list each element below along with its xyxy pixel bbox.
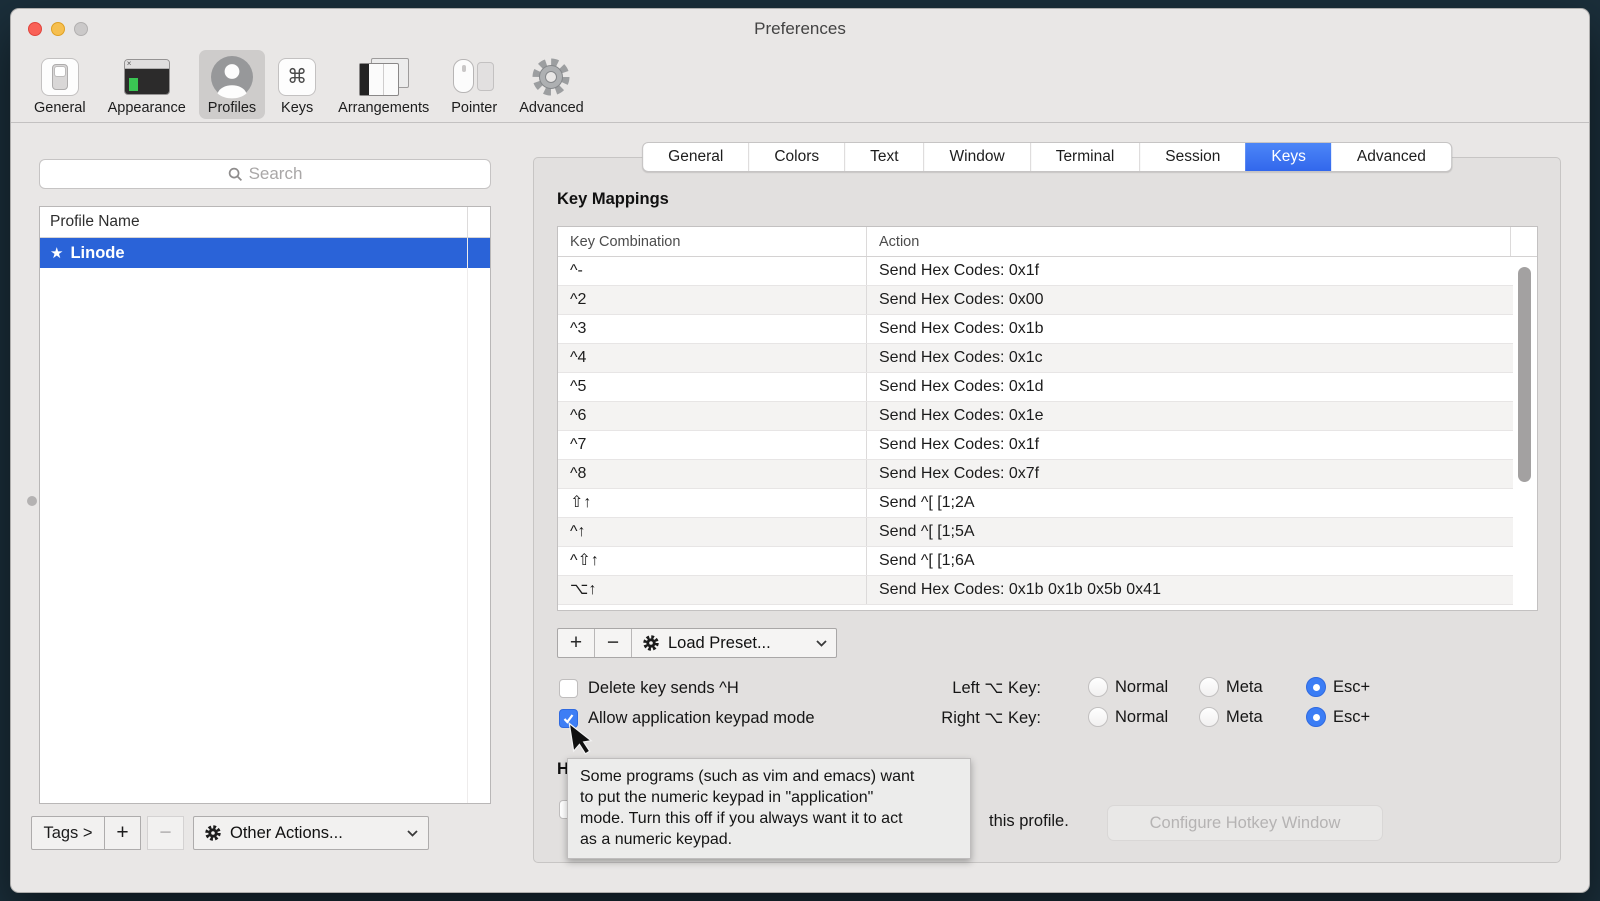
table-row[interactable]: ^2Send Hex Codes: 0x00	[558, 286, 1513, 315]
radio-icon[interactable]	[1088, 707, 1108, 727]
table-row[interactable]: ⇧↑Send ^[ [1;2A	[558, 489, 1513, 518]
other-actions-popup[interactable]: Other Actions...	[193, 816, 429, 850]
tab-terminal[interactable]: Terminal	[1030, 143, 1140, 171]
tab-advanced[interactable]: Advanced	[1331, 143, 1451, 171]
left-option-key-label: Left ⌥ Key:	[821, 678, 1041, 698]
hotkey-profile-text: this profile.	[989, 812, 1069, 831]
left-option-esc-radio[interactable]: Esc+	[1306, 677, 1370, 697]
table-body: ^-Send Hex Codes: 0x1f ^2Send Hex Codes:…	[558, 257, 1537, 605]
table-row[interactable]: ^↑Send ^[ [1;5A	[558, 518, 1513, 547]
right-option-key-row: Right ⌥ Key: Normal Meta Esc+	[11, 708, 1589, 730]
table-row[interactable]: ^5Send Hex Codes: 0x1d	[558, 373, 1513, 402]
titlebar: Preferences	[11, 9, 1589, 49]
left-option-meta-radio[interactable]: Meta	[1199, 677, 1263, 697]
radio-selected-icon[interactable]	[1306, 677, 1326, 697]
profile-name-column-header: Profile Name	[50, 213, 140, 231]
tab-window[interactable]: Window	[924, 143, 1030, 171]
toolbar-item-general[interactable]: General	[25, 50, 95, 119]
tags-button[interactable]: Tags >	[31, 816, 105, 850]
table-row[interactable]: ^8Send Hex Codes: 0x7f	[558, 460, 1513, 489]
table-row[interactable]: ^7Send Hex Codes: 0x1f	[558, 431, 1513, 460]
chevron-down-icon	[816, 640, 827, 647]
right-option-normal-radio[interactable]: Normal	[1088, 707, 1168, 727]
toolbar-item-advanced[interactable]: Advanced	[510, 50, 593, 119]
key-mapping-actions: + − Load Preset...	[557, 628, 837, 658]
gear-icon	[529, 54, 573, 99]
search-icon	[228, 167, 243, 182]
table-row[interactable]: ^3Send Hex Codes: 0x1b	[558, 315, 1513, 344]
toolbar-item-pointer[interactable]: Pointer	[442, 50, 506, 119]
command-key-icon: ⌘	[278, 54, 316, 99]
toolbar-item-appearance[interactable]: × Appearance	[99, 50, 195, 119]
preferences-window: Preferences General × Appearance Profile…	[10, 8, 1590, 893]
column-divider	[467, 207, 468, 237]
profile-list-actions: Tags > + − Other Actions...	[31, 816, 429, 850]
radio-icon[interactable]	[1088, 677, 1108, 697]
right-option-meta-radio[interactable]: Meta	[1199, 707, 1263, 727]
vertical-scrollbar[interactable]	[1518, 267, 1531, 482]
search-placeholder: Search	[249, 164, 303, 184]
toolbar-item-keys[interactable]: ⌘ Keys	[269, 50, 325, 119]
window-title: Preferences	[754, 19, 846, 39]
add-profile-button[interactable]: +	[104, 816, 141, 850]
column-divider	[1510, 227, 1511, 256]
left-option-key-row: Left ⌥ Key: Normal Meta Esc+	[11, 678, 1589, 700]
toolbar-item-arrangements[interactable]: Arrangements	[329, 50, 438, 119]
table-row[interactable]: ^⇧↑Send ^[ [1;6A	[558, 547, 1513, 576]
close-button[interactable]	[28, 22, 42, 36]
profile-row-linode[interactable]: ★ Linode	[40, 238, 490, 268]
switch-icon	[41, 54, 79, 99]
keypad-mode-tooltip: Some programs (such as vim and emacs) wa…	[567, 758, 971, 859]
table-header: Key Combination Action	[558, 227, 1537, 257]
profile-list-header: Profile Name	[40, 207, 490, 238]
preferences-toolbar: General × Appearance Profiles ⌘ Keys	[11, 49, 1589, 123]
splitter-handle[interactable]	[27, 496, 37, 506]
right-option-key-label: Right ⌥ Key:	[821, 708, 1041, 728]
action-column-header: Action	[867, 234, 1537, 250]
toolbar-item-profiles[interactable]: Profiles	[199, 50, 265, 119]
zoom-button[interactable]	[74, 22, 88, 36]
traffic-lights	[28, 22, 88, 36]
mouse-icon	[451, 54, 497, 99]
radio-icon[interactable]	[1199, 707, 1219, 727]
search-input[interactable]: Search	[39, 159, 491, 189]
gear-icon	[642, 634, 660, 652]
minimize-button[interactable]	[51, 22, 65, 36]
right-option-esc-radio[interactable]: Esc+	[1306, 707, 1370, 727]
tab-text[interactable]: Text	[844, 143, 923, 171]
radio-icon[interactable]	[1199, 677, 1219, 697]
profile-name: Linode	[70, 244, 124, 263]
table-row[interactable]: ^4Send Hex Codes: 0x1c	[558, 344, 1513, 373]
table-row[interactable]: ^-Send Hex Codes: 0x1f	[558, 257, 1513, 286]
tab-keys[interactable]: Keys	[1245, 143, 1330, 171]
remove-mapping-button[interactable]: −	[595, 629, 632, 657]
table-row[interactable]: ^6Send Hex Codes: 0x1e	[558, 402, 1513, 431]
gear-icon	[204, 824, 222, 842]
default-profile-star-icon: ★	[50, 244, 63, 262]
section-title: Key Mappings	[557, 190, 669, 209]
load-preset-popup[interactable]: Load Preset...	[632, 629, 836, 657]
tab-general[interactable]: General	[643, 143, 748, 171]
configure-hotkey-window-button[interactable]: Configure Hotkey Window	[1107, 805, 1383, 841]
profile-tabs: General Colors Text Window Terminal Sess…	[642, 142, 1452, 172]
add-mapping-button[interactable]: +	[558, 629, 595, 657]
key-combination-column-header: Key Combination	[558, 227, 867, 256]
key-mappings-table: Key Combination Action ^-Send Hex Codes:…	[557, 226, 1538, 611]
radio-selected-icon[interactable]	[1306, 707, 1326, 727]
mouse-cursor-icon	[567, 721, 593, 759]
tab-session[interactable]: Session	[1139, 143, 1245, 171]
table-row[interactable]: ⌥↑Send Hex Codes: 0x1b 0x1b 0x5b 0x41	[558, 576, 1513, 605]
chevron-down-icon	[407, 830, 418, 837]
person-icon	[210, 54, 254, 99]
tab-colors[interactable]: Colors	[748, 143, 844, 171]
left-option-normal-radio[interactable]: Normal	[1088, 677, 1168, 697]
windows-icon	[359, 54, 409, 99]
remove-profile-button[interactable]: −	[147, 816, 184, 850]
terminal-window-icon: ×	[124, 54, 170, 99]
